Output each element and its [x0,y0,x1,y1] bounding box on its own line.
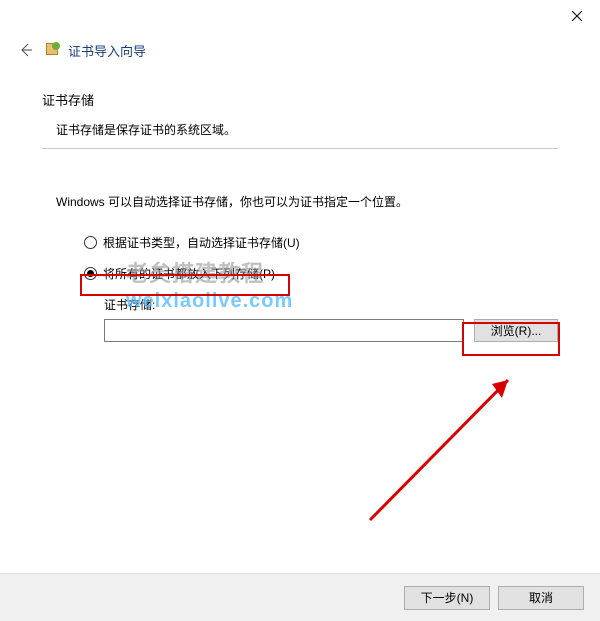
radio-group: 根据证书类型，自动选择证书存储(U) 将所有的证书都放入下列存储(P) [84,234,558,282]
section-description: 证书存储是保存证书的系统区域。 [56,121,558,138]
store-block: 证书存储: 浏览(R)... [104,296,558,342]
titlebar [0,0,600,32]
close-button[interactable] [554,0,600,32]
cancel-button[interactable]: 取消 [498,586,584,610]
annotation-arrow [350,350,560,530]
close-icon [572,11,582,21]
content-area: 证书存储 证书存储是保存证书的系统区域。 Windows 可以自动选择证书存储，… [0,62,600,342]
footer: 下一步(N) 取消 [0,573,600,621]
wizard-title: 证书导入向导 [68,41,146,60]
wizard-icon [44,41,62,59]
radio-manual-store[interactable]: 将所有的证书都放入下列存储(P) [84,265,558,282]
store-label: 证书存储: [104,296,558,313]
section-heading: 证书存储 [42,90,558,109]
next-button[interactable]: 下一步(N) [404,586,490,610]
radio-auto-select[interactable]: 根据证书类型，自动选择证书存储(U) [84,234,558,251]
back-button[interactable] [14,38,38,62]
header: 证书导入向导 [0,32,600,62]
radio-auto-label: 根据证书类型，自动选择证书存储(U) [103,234,300,251]
divider [42,148,558,149]
radio-icon-selected [84,267,97,280]
browse-button[interactable]: 浏览(R)... [474,319,558,342]
store-row: 浏览(R)... [104,319,558,342]
certificate-store-input[interactable] [104,319,464,342]
back-arrow-icon [18,42,34,58]
radio-icon [84,236,97,249]
instruction-text: Windows 可以自动选择证书存储，你也可以为证书指定一个位置。 [56,193,558,210]
radio-manual-label: 将所有的证书都放入下列存储(P) [103,265,275,282]
